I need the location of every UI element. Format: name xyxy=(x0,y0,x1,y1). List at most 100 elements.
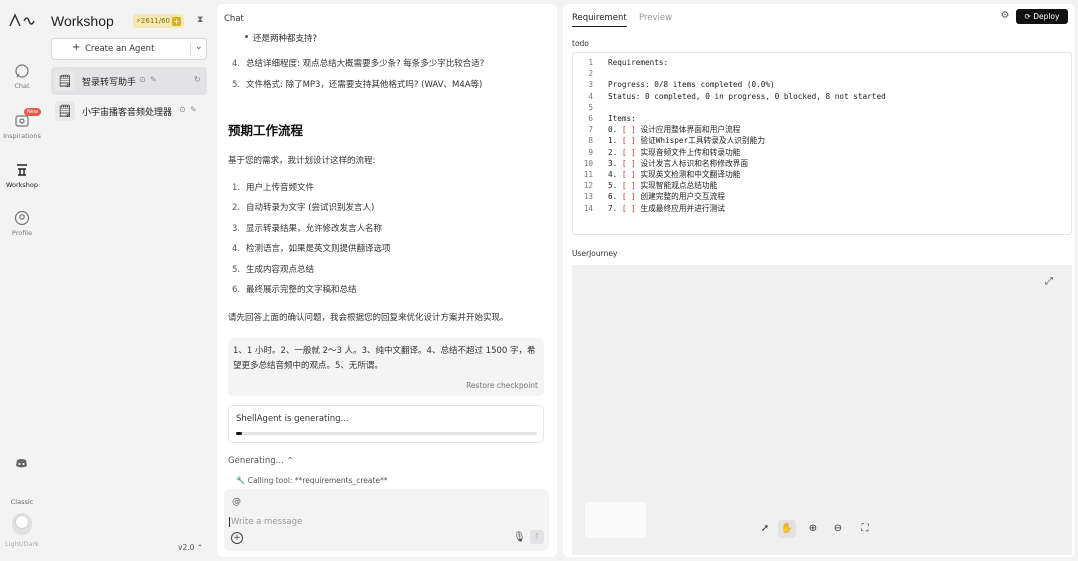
line-text: 创建完整的用户交互流程 xyxy=(635,192,725,202)
list-item: 4. 检测语言，如果是英文则提供翻译选项 xyxy=(232,244,391,254)
checkbox-marker: [ ] xyxy=(621,158,636,168)
plus-icon: + xyxy=(72,42,81,53)
checkbox-marker: [ ] xyxy=(621,147,636,157)
message-input[interactable]: Write a message xyxy=(229,517,302,527)
minimap[interactable] xyxy=(585,502,646,538)
tab-preview[interactable]: Preview xyxy=(639,13,672,23)
agent-name: 小宇宙播客音频处理器 xyxy=(82,108,173,118)
line-text: 实现智能观点总结功能 xyxy=(635,181,718,191)
paragraph: 请先回答上面的确认问题，我会根据您的回复来优化设计方案并开始实现。 xyxy=(228,313,509,323)
credit-value: 2611/60 xyxy=(140,17,171,25)
code-line: 14 7. [ ] 生成最终应用并进行测试 xyxy=(573,203,1071,214)
line-number: 13 xyxy=(583,192,593,202)
agent-item[interactable]: 🗒 小宇宙播客音频处理器 ⊙ ✎ xyxy=(51,97,207,125)
message-composer[interactable]: @ Write a message + 🎙 ↑ xyxy=(224,489,549,551)
line-number: 10 xyxy=(583,158,593,168)
agent-item[interactable]: 🗒 智录转写助手 ⊙ ✎ ↻ xyxy=(51,67,207,95)
page-title: Workshop xyxy=(51,13,114,29)
fit-view-icon[interactable]: ⛶ xyxy=(856,520,874,538)
code-line: 8 1. [ ] 验证Whisper工具转录及人识别能力 xyxy=(573,135,1071,146)
item-index: 3. xyxy=(608,158,622,168)
code-line: 7 0. [ ] 设计应用整体界面和用户流程 xyxy=(573,124,1071,135)
line-text: Requirements: xyxy=(608,58,669,67)
version-selector[interactable]: v2.0 ⌃ xyxy=(178,543,203,552)
generating-text: ShellAgent is generating... xyxy=(236,414,349,424)
toggle-knob xyxy=(16,516,28,528)
chat-icon xyxy=(15,64,29,78)
restore-checkpoint-link[interactable]: Restore checkpoint xyxy=(466,381,538,390)
new-badge: New xyxy=(24,108,41,116)
checkbox-marker: [ ] xyxy=(621,136,636,146)
list-item: 2. 自动转录为文字 (尝试识别发言人) xyxy=(232,203,375,213)
item-index: 2. xyxy=(608,147,622,157)
line-number: 14 xyxy=(583,203,593,213)
list-item: 6. 最终展示完整的文字稿和总结 xyxy=(232,285,357,295)
create-agent-button[interactable]: + Create an Agent ⌄ xyxy=(51,38,207,60)
theme-toggle[interactable] xyxy=(12,513,32,535)
zoom-out-icon[interactable]: ⊖ xyxy=(829,520,847,538)
rail-item-profile[interactable]: Profile xyxy=(0,210,44,237)
app-logo[interactable] xyxy=(8,12,36,30)
checkbox-marker: [ ] xyxy=(621,192,636,202)
code-line: 9 2. [ ] 实现音频文件上传和转录功能 xyxy=(573,147,1071,158)
collapse-sidebar-icon[interactable]: ⧗ xyxy=(197,15,207,27)
rail-item-label: Profile xyxy=(11,229,33,237)
pointer-icon[interactable]: ➚ xyxy=(756,520,774,538)
code-line: 1 Requirements: xyxy=(573,57,1071,68)
expand-icon[interactable]: ⤢ xyxy=(1045,276,1053,287)
code-line: 5 xyxy=(573,102,1071,113)
microphone-icon[interactable]: 🎙 xyxy=(513,532,526,543)
item-index: 1. xyxy=(608,136,622,146)
line-text: 生成最终应用并进行测试 xyxy=(635,203,725,213)
line-number: 12 xyxy=(583,181,593,191)
chevron-down-icon[interactable]: ⌄ xyxy=(195,42,203,52)
agent-avatar: 🗒 xyxy=(55,101,75,121)
generating-toggle[interactable]: Generating... ⌃ xyxy=(228,456,294,466)
add-credit-icon[interactable]: + xyxy=(172,17,182,26)
zoom-in-icon[interactable]: ⊕ xyxy=(804,520,822,538)
gear-icon[interactable]: ⚙ xyxy=(998,10,1012,24)
item-index: 5. xyxy=(608,181,622,191)
refresh-icon[interactable]: ↻ xyxy=(194,75,201,84)
hand-icon[interactable]: ✋ xyxy=(778,520,796,538)
credit-badge[interactable]: ⚡2611/60 + xyxy=(133,14,185,28)
tab-requirement[interactable]: Requirement xyxy=(572,13,627,27)
chevron-up-icon: ⌃ xyxy=(286,456,294,466)
divider xyxy=(190,42,191,56)
code-line: 4 Status: 0 completed, 0 in progress, 0 b… xyxy=(573,91,1071,102)
info-icon[interactable]: ⊙ xyxy=(139,75,146,84)
mention-button[interactable]: @ xyxy=(232,497,241,507)
user-journey-canvas[interactable] xyxy=(572,265,1072,555)
code-line: 12 5. [ ] 实现智能观点总结功能 xyxy=(573,180,1071,191)
todo-editor[interactable]: 1 Requirements: 2 3 Progress: 0/8 items comp… xyxy=(572,52,1072,235)
list-item: 3. 显示转录结果，允许修改发言人名称 xyxy=(232,224,383,234)
info-icon[interactable]: ⊙ xyxy=(179,105,186,114)
deploy-button[interactable]: ⟳ Deploy xyxy=(1016,9,1068,24)
chat-panel: Chat 还是两种都支持? 4. 总结详细程度: 观点总结大概需要多少条? 每条多… xyxy=(217,4,557,557)
rail-item-inspirations[interactable]: New Inspirations xyxy=(0,108,44,140)
rail-item-label: Inspirations xyxy=(3,132,41,140)
list-item: 1. 用户上传音频文件 xyxy=(232,183,315,193)
line-number: 7 xyxy=(588,125,593,135)
list-item: 4. 总结详细程度: 观点总结大概需要多少条? 每条多少字比较合适? xyxy=(232,59,485,69)
tool-call-line: 🔧 Calling tool: **requirements_create** xyxy=(236,476,388,485)
line-text: 实现音频文件上传和转录功能 xyxy=(635,147,741,157)
discord-icon[interactable] xyxy=(15,458,28,469)
add-attachment-icon[interactable]: + xyxy=(231,532,243,544)
line-number: 1 xyxy=(588,58,593,67)
send-button[interactable]: ↑ xyxy=(530,530,544,544)
wrench-icon: 🔧 xyxy=(236,476,246,485)
line-text: 实现英文检测和中文翻译功能 xyxy=(635,170,741,179)
rail-item-workshop[interactable]: Workshop xyxy=(0,162,44,189)
edit-icon[interactable]: ✎ xyxy=(150,75,157,84)
user-message-text: 1、1 小时。2、一般就 2～3 人。3、纯中文翻译。4、总结不超过 1500 … xyxy=(233,346,536,371)
rail-item-chat[interactable]: Chat xyxy=(0,63,44,90)
sub-bullet: 还是两种都支持? xyxy=(244,34,318,44)
chat-messages[interactable]: 还是两种都支持? 4. 总结详细程度: 观点总结大概需要多少条? 每条多少字比较合… xyxy=(217,28,557,488)
progress-fill xyxy=(236,432,243,435)
nav-rail: Chat New Inspirations Workshop Profile C… xyxy=(0,0,44,561)
line-number: 8 xyxy=(588,136,593,146)
line-text: Status: 0 completed, 0 in progress, 0 bl… xyxy=(608,91,886,101)
edit-icon[interactable]: ✎ xyxy=(190,105,197,114)
tool-call-text: Calling tool: **requirements_create** xyxy=(247,476,388,485)
